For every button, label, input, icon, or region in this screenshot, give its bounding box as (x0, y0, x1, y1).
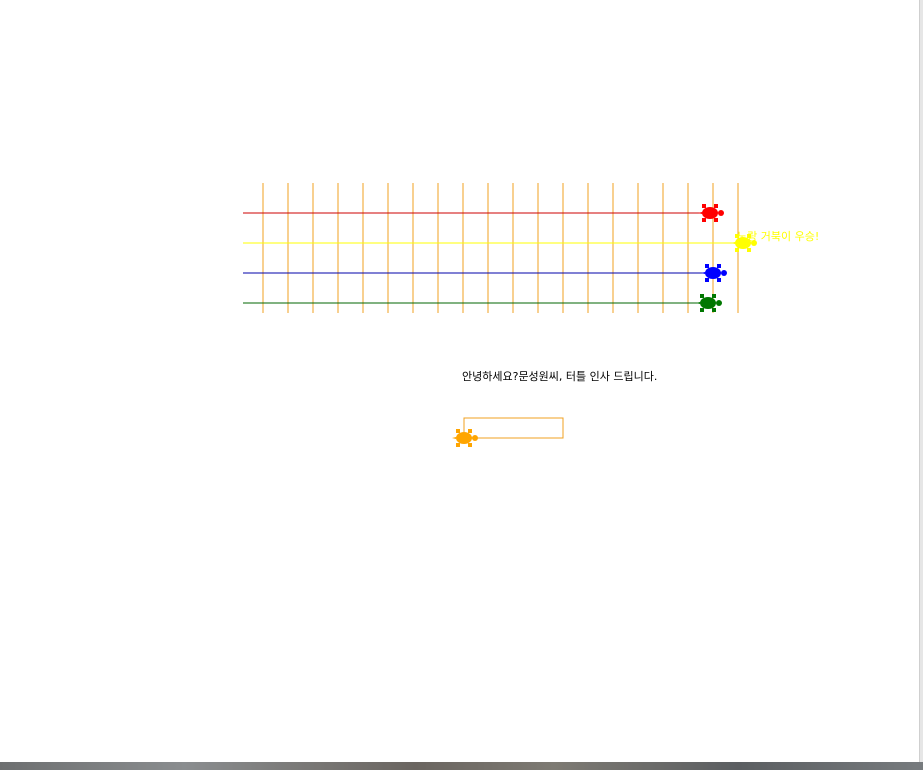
turtle-green (696, 294, 722, 312)
turtle-icon (701, 264, 727, 282)
turtle-icon (698, 204, 724, 222)
race-tracks (243, 212, 743, 304)
race-grid (262, 183, 739, 313)
turtle-red (698, 204, 724, 222)
drawn-box (463, 417, 564, 439)
turtle-scene: 노랑 거북이 우승! 안녕하세요?문성원씨, 터틀 인사 드립니다. (243, 183, 819, 447)
turtle-orange (452, 429, 478, 447)
winner-label: 노랑 거북이 우승! (737, 230, 819, 243)
turtle-blue (701, 264, 727, 282)
taskbar-strip (0, 762, 923, 770)
greeting-text: 안녕하세요?문성원씨, 터틀 인사 드립니다. (462, 369, 657, 383)
window-right-edge (919, 0, 923, 770)
turtle-canvas: 노랑 거북이 우승! 안녕하세요?문성원씨, 터틀 인사 드립니다. (0, 0, 920, 762)
turtle-icon (452, 429, 478, 447)
turtle-icon (696, 294, 722, 312)
